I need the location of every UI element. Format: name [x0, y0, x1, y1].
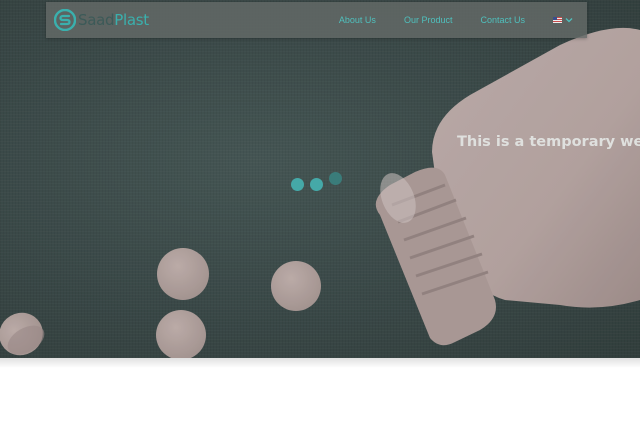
loader-dot — [329, 172, 342, 185]
hero-section: Saad Plast About Us Our Product Contact U… — [0, 0, 640, 358]
brand-logo[interactable]: Saad Plast — [54, 8, 149, 32]
nav-our-product[interactable]: Our Product — [404, 15, 453, 25]
nav-contact-us[interactable]: Contact Us — [480, 15, 525, 25]
saadplast-logo-icon — [54, 9, 76, 31]
loading-indicator — [290, 172, 346, 194]
nav-about-us[interactable]: About Us — [339, 15, 376, 25]
us-flag-icon — [553, 17, 562, 23]
loader-dot — [291, 178, 304, 191]
loader-dot — [310, 178, 323, 191]
logo-text-plast: Plast — [114, 11, 149, 29]
language-selector[interactable] — [553, 17, 573, 23]
hero-headline: This is a temporary websit — [457, 134, 640, 150]
logo-text-saad: Saad — [78, 11, 115, 29]
nav-menu: About Us Our Product Contact Us — [311, 2, 573, 38]
top-navbar: Saad Plast About Us Our Product Contact U… — [46, 2, 587, 38]
chevron-down-icon — [565, 18, 573, 23]
page-content-area — [0, 358, 640, 427]
